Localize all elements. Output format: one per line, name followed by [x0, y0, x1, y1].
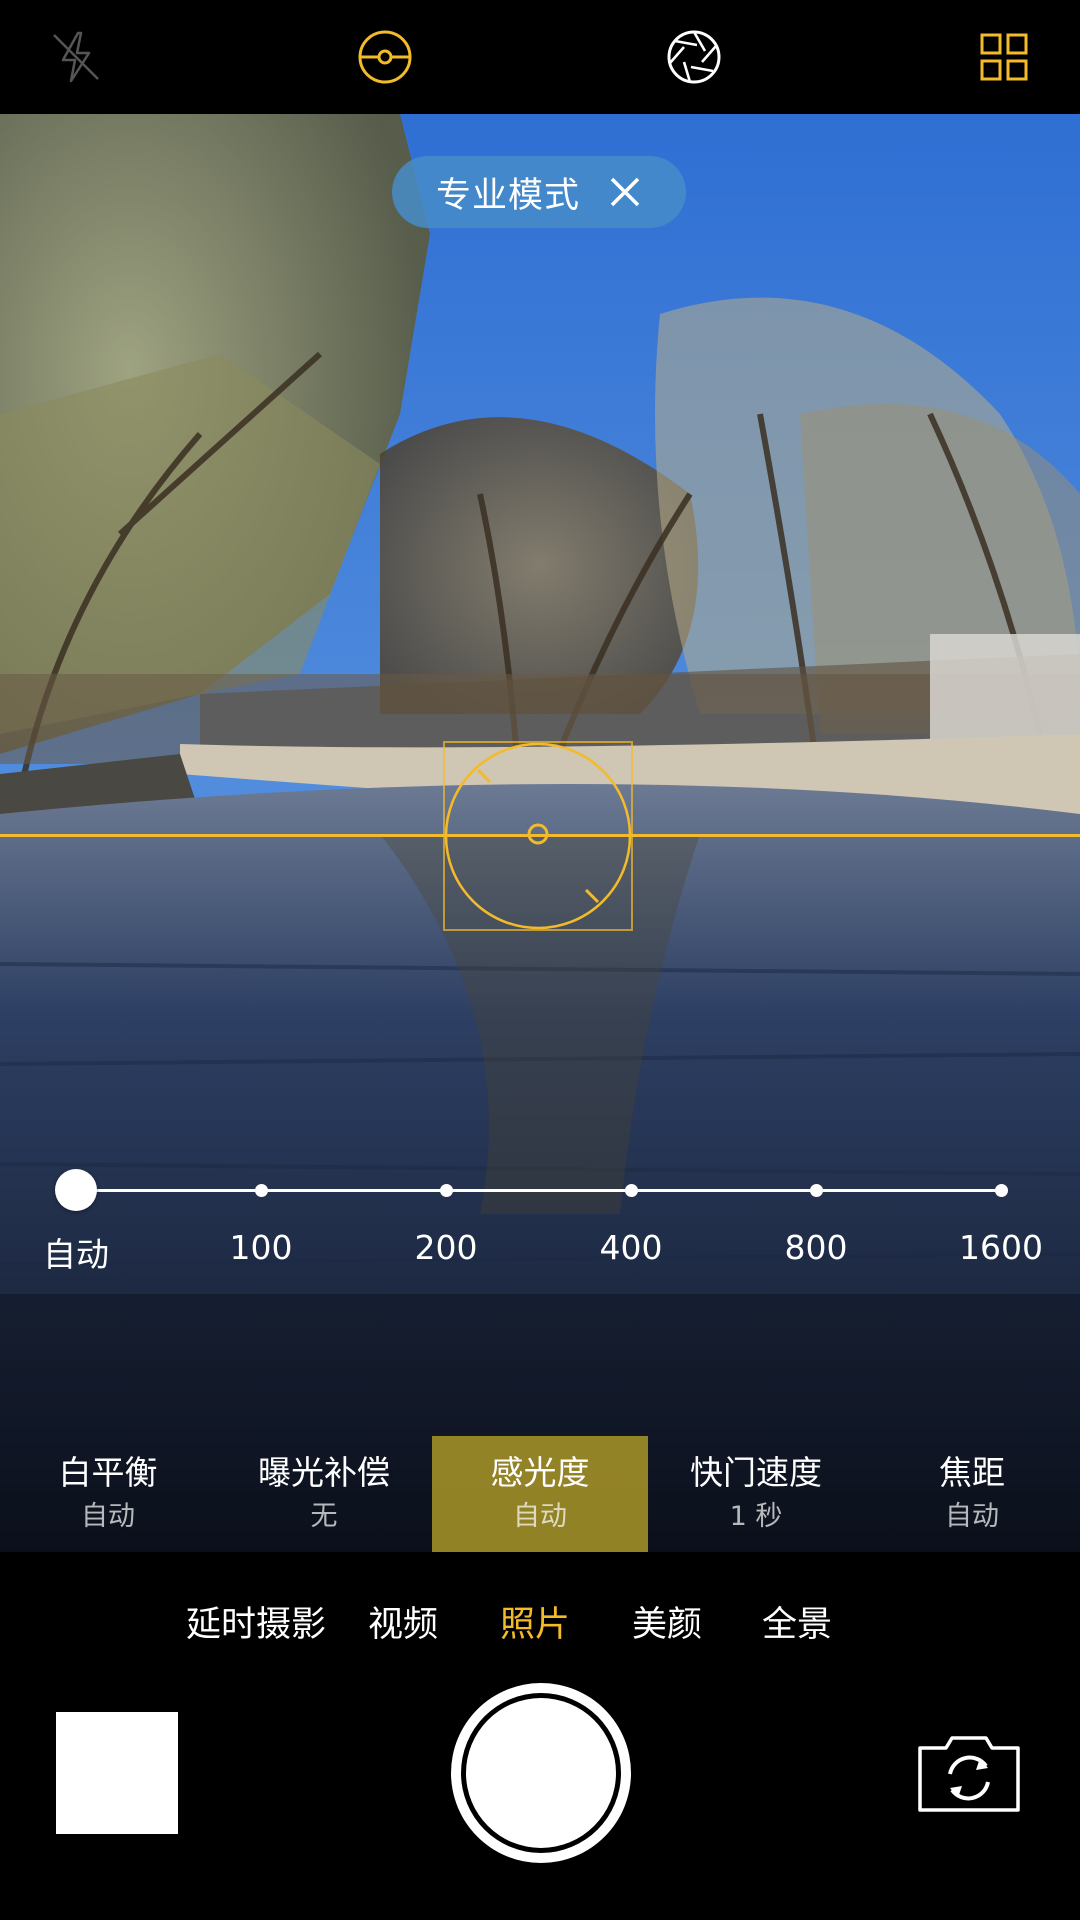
camera-app: 专业模式 自动 100 200 400 800 1600 白平衡 自动 曝光补偿… [0, 0, 1080, 1920]
mode-tab-beauty[interactable]: 美颜 [632, 1600, 702, 1650]
shutter-inner[interactable] [466, 1698, 616, 1848]
mode-tab-photo[interactable]: 照片 [500, 1600, 570, 1650]
param-title: 快门速度 [690, 1453, 822, 1492]
flash-off-icon[interactable] [46, 27, 106, 87]
iso-stop-200[interactable] [440, 1184, 453, 1197]
param-shutter-speed[interactable]: 快门速度 1 秒 [648, 1436, 864, 1552]
iso-slider-track[interactable] [76, 1189, 1001, 1192]
capture-mode-tabs: 延时摄影 视频 照片 美颜 全景 [0, 1600, 1080, 1650]
iso-label-800: 800 [784, 1228, 848, 1267]
param-title: 白平衡 [58, 1453, 158, 1492]
pro-mode-label: 专业模式 [435, 175, 580, 216]
iso-stop-400[interactable] [625, 1184, 638, 1197]
gallery-thumbnail[interactable] [56, 1712, 178, 1834]
iso-label-400: 400 [599, 1228, 663, 1267]
param-iso[interactable]: 感光度 自动 [432, 1436, 648, 1552]
top-toolbar [0, 0, 1080, 114]
param-value: 自动 [945, 1501, 999, 1532]
param-white-balance[interactable]: 白平衡 自动 [0, 1436, 216, 1552]
iso-stop-1600[interactable] [995, 1184, 1008, 1197]
iso-label-200: 200 [414, 1228, 478, 1267]
focus-reticle [443, 741, 633, 931]
param-value: 无 [310, 1501, 338, 1532]
aperture-icon[interactable] [664, 27, 724, 87]
mode-tab-video[interactable]: 视频 [368, 1600, 438, 1650]
camera-viewfinder[interactable]: 专业模式 [0, 114, 1080, 1552]
mode-tab-timelapse[interactable]: 延时摄影 [186, 1600, 326, 1650]
pro-mode-pill[interactable]: 专业模式 [392, 156, 686, 228]
param-value: 自动 [81, 1501, 135, 1532]
grid-menu-icon[interactable] [974, 27, 1034, 87]
iso-label-100: 100 [229, 1228, 293, 1267]
param-focus[interactable]: 焦距 自动 [864, 1436, 1080, 1552]
switch-camera-icon[interactable] [914, 1728, 1024, 1816]
param-value: 自动 [513, 1501, 567, 1532]
param-title: 曝光补偿 [258, 1453, 390, 1492]
param-title: 感光度 [490, 1453, 590, 1492]
iso-stop-800[interactable] [810, 1184, 823, 1197]
param-value: 1 秒 [729, 1501, 783, 1532]
close-icon[interactable] [608, 175, 642, 209]
param-exposure-compensation[interactable]: 曝光补偿 无 [216, 1436, 432, 1552]
level-icon[interactable] [355, 27, 415, 87]
param-title: 焦距 [939, 1453, 1005, 1492]
iso-slider-knob[interactable] [55, 1169, 97, 1211]
pro-params-bar: 白平衡 自动 曝光补偿 无 感光度 自动 快门速度 1 秒 焦距 自动 [0, 1436, 1080, 1552]
iso-stop-100[interactable] [255, 1184, 268, 1197]
iso-label-auto: 自动 [43, 1235, 109, 1274]
iso-label-1600: 1600 [959, 1228, 1043, 1267]
mode-tab-panorama[interactable]: 全景 [762, 1600, 832, 1650]
